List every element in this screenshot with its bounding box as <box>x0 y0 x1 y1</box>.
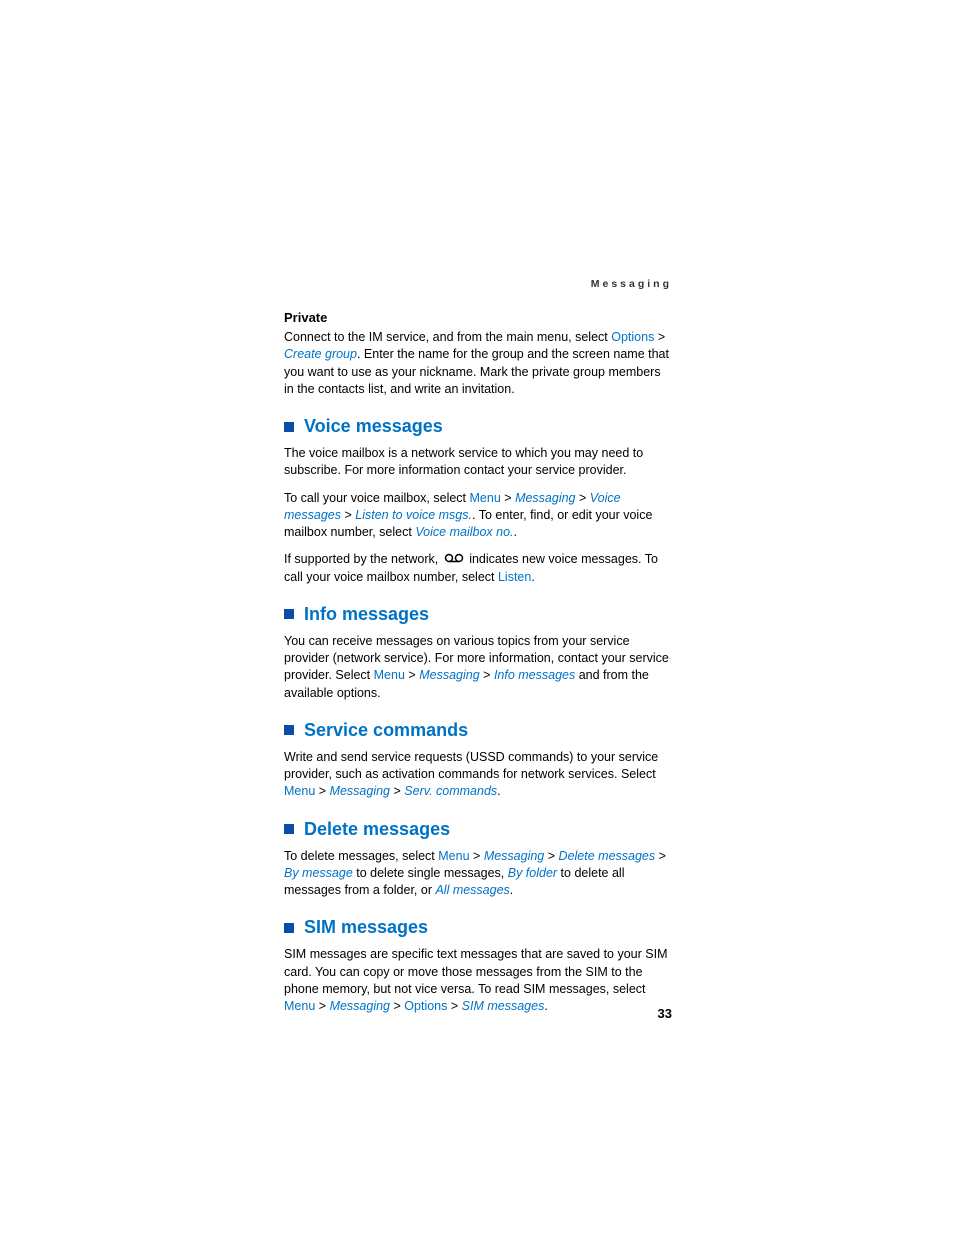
text: SIM messages are specific text messages … <box>284 947 668 996</box>
link-options[interactable]: Options <box>611 330 654 344</box>
link-mailbox-no[interactable]: Voice mailbox no. <box>415 525 513 539</box>
text: . <box>514 525 517 539</box>
heading-delete-messages: Delete messages <box>284 819 672 840</box>
separator: > <box>394 784 401 798</box>
text: If supported by the network, <box>284 552 442 566</box>
heading-text: Service commands <box>304 720 468 741</box>
bullet-icon <box>284 422 294 432</box>
link-messaging[interactable]: Messaging <box>515 491 575 505</box>
text: . <box>531 570 534 584</box>
sim-p1: SIM messages are specific text messages … <box>284 946 672 1015</box>
link-messaging[interactable]: Messaging <box>484 849 544 863</box>
separator: > <box>344 508 351 522</box>
link-all-messages[interactable]: All messages <box>435 883 509 897</box>
link-messaging[interactable]: Messaging <box>330 784 390 798</box>
link-info-messages[interactable]: Info messages <box>494 668 575 682</box>
link-delete-messages[interactable]: Delete messages <box>559 849 656 863</box>
link-by-folder[interactable]: By folder <box>508 866 557 880</box>
heading-info-messages: Info messages <box>284 604 672 625</box>
heading-private: Private <box>284 310 672 325</box>
running-header: Messaging <box>284 278 672 290</box>
heading-text: Info messages <box>304 604 429 625</box>
text: Connect to the IM service, and from the … <box>284 330 611 344</box>
separator: > <box>659 849 666 863</box>
link-by-message[interactable]: By message <box>284 866 353 880</box>
heading-text: SIM messages <box>304 917 428 938</box>
separator: > <box>473 849 480 863</box>
private-paragraph: Connect to the IM service, and from the … <box>284 329 672 398</box>
link-listen-voice[interactable]: Listen to voice msgs. <box>355 508 472 522</box>
link-messaging[interactable]: Messaging <box>419 668 479 682</box>
link-menu[interactable]: Menu <box>374 668 405 682</box>
heading-voice-messages: Voice messages <box>284 416 672 437</box>
separator: > <box>408 668 415 682</box>
delete-p1: To delete messages, select Menu > Messag… <box>284 848 672 900</box>
bullet-icon <box>284 824 294 834</box>
voicemail-icon <box>444 551 464 568</box>
link-menu[interactable]: Menu <box>284 784 315 798</box>
separator: > <box>579 491 586 505</box>
heading-service-commands: Service commands <box>284 720 672 741</box>
page-number: 33 <box>284 1006 672 1021</box>
link-listen[interactable]: Listen <box>498 570 531 584</box>
heading-sim-messages: SIM messages <box>284 917 672 938</box>
voice-p3: If supported by the network, indicates n… <box>284 551 672 586</box>
heading-text: Voice messages <box>304 416 443 437</box>
separator: > <box>319 784 326 798</box>
bullet-icon <box>284 923 294 933</box>
bullet-icon <box>284 725 294 735</box>
service-p1: Write and send service requests (USSD co… <box>284 749 672 801</box>
bullet-icon <box>284 609 294 619</box>
link-menu[interactable]: Menu <box>470 491 501 505</box>
separator: > <box>483 668 490 682</box>
separator: > <box>548 849 555 863</box>
link-serv-commands[interactable]: Serv. commands <box>404 784 497 798</box>
link-menu[interactable]: Menu <box>438 849 469 863</box>
separator: > <box>658 330 665 344</box>
text: . <box>497 784 500 798</box>
text: Write and send service requests (USSD co… <box>284 750 658 781</box>
voice-p1: The voice mailbox is a network service t… <box>284 445 672 480</box>
separator: > <box>504 491 511 505</box>
text: . <box>510 883 513 897</box>
info-p1: You can receive messages on various topi… <box>284 633 672 702</box>
text: To delete messages, select <box>284 849 438 863</box>
voice-p2: To call your voice mailbox, select Menu … <box>284 490 672 542</box>
text: To call your voice mailbox, select <box>284 491 470 505</box>
heading-text: Delete messages <box>304 819 450 840</box>
text: to delete single messages, <box>353 866 508 880</box>
link-create-group[interactable]: Create group <box>284 347 357 361</box>
page-content: Messaging Private Connect to the IM serv… <box>284 278 672 1025</box>
